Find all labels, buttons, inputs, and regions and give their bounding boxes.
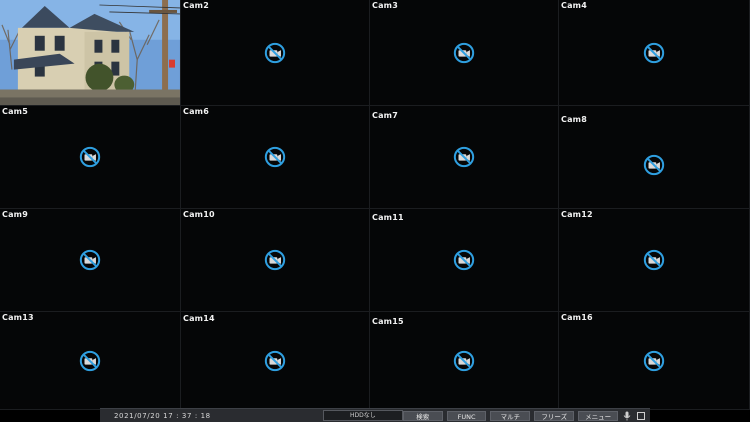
camera-label: Cam13 <box>2 313 34 322</box>
camera-tile-8[interactable]: Cam8 <box>559 106 750 209</box>
camera-off-icon <box>453 350 475 371</box>
camera-tile-5[interactable]: Cam5 <box>0 106 181 209</box>
camera-off-icon <box>264 42 286 63</box>
camera-label: Cam11 <box>372 213 404 222</box>
camera-tile-7[interactable]: Cam7 <box>370 106 559 209</box>
camera-label: Cam2 <box>183 1 209 10</box>
camera-off-icon <box>643 42 665 63</box>
camera-label: Cam6 <box>183 107 209 116</box>
camera-tile-2[interactable]: Cam2 <box>181 0 370 106</box>
camera-off-icon <box>79 350 101 371</box>
camera-tile-16[interactable]: Cam16 <box>559 312 750 410</box>
camera-label: Cam15 <box>372 317 404 326</box>
hdd-status: HDDなし <box>323 410 403 421</box>
camera-label: Cam3 <box>372 1 398 10</box>
camera-label: Cam16 <box>561 313 593 322</box>
camera-label: Cam4 <box>561 1 587 10</box>
camera-label: Cam10 <box>183 210 215 219</box>
camera-tile-9[interactable]: Cam9 <box>0 209 181 312</box>
camera-off-icon <box>453 249 475 271</box>
camera-off-icon <box>264 249 286 271</box>
camera-label: Cam14 <box>183 314 215 323</box>
func-button[interactable]: FUNC <box>446 410 487 421</box>
camera-grid: Cam2 Cam3 Cam4 Cam5 Cam6 Cam7 Cam8 Cam9 … <box>0 0 750 410</box>
camera-label: Cam7 <box>372 111 398 120</box>
camera-off-icon <box>453 42 475 63</box>
square-icon[interactable] <box>636 411 646 421</box>
menu-button[interactable]: メニュー <box>578 410 619 421</box>
status-bar: 2021/07/20 17 : 37 : 18 HDDなし 検索 FUNC マル… <box>100 408 650 422</box>
camera-label: Cam5 <box>2 107 28 116</box>
camera-tile-11[interactable]: Cam11 <box>370 209 559 312</box>
camera-label: Cam9 <box>2 210 28 219</box>
camera-off-icon <box>79 249 101 271</box>
freeze-button[interactable]: フリーズ <box>534 410 575 421</box>
camera-tile-13[interactable]: Cam13 <box>0 312 181 410</box>
camera-tile-4[interactable]: Cam4 <box>559 0 750 106</box>
camera-tile-12[interactable]: Cam12 <box>559 209 750 312</box>
camera-off-icon <box>643 154 665 176</box>
live-camera-image <box>0 0 180 105</box>
datetime-display: 2021/07/20 17 : 37 : 18 <box>114 411 211 420</box>
camera-tile-1[interactable] <box>0 0 181 106</box>
camera-label: Cam12 <box>561 210 593 219</box>
camera-off-icon <box>264 146 286 168</box>
camera-tile-6[interactable]: Cam6 <box>181 106 370 209</box>
camera-tile-10[interactable]: Cam10 <box>181 209 370 312</box>
multi-button[interactable]: マルチ <box>490 410 531 421</box>
camera-label: Cam8 <box>561 115 587 124</box>
microphone-icon[interactable] <box>622 411 632 421</box>
camera-off-icon <box>453 146 475 168</box>
camera-tile-14[interactable]: Cam14 <box>181 312 370 410</box>
search-button[interactable]: 検索 <box>402 410 443 421</box>
camera-tile-3[interactable]: Cam3 <box>370 0 559 106</box>
camera-off-icon <box>264 350 286 371</box>
camera-off-icon <box>79 146 101 168</box>
camera-off-icon <box>643 249 665 271</box>
camera-off-icon <box>643 350 665 371</box>
camera-tile-15[interactable]: Cam15 <box>370 312 559 410</box>
